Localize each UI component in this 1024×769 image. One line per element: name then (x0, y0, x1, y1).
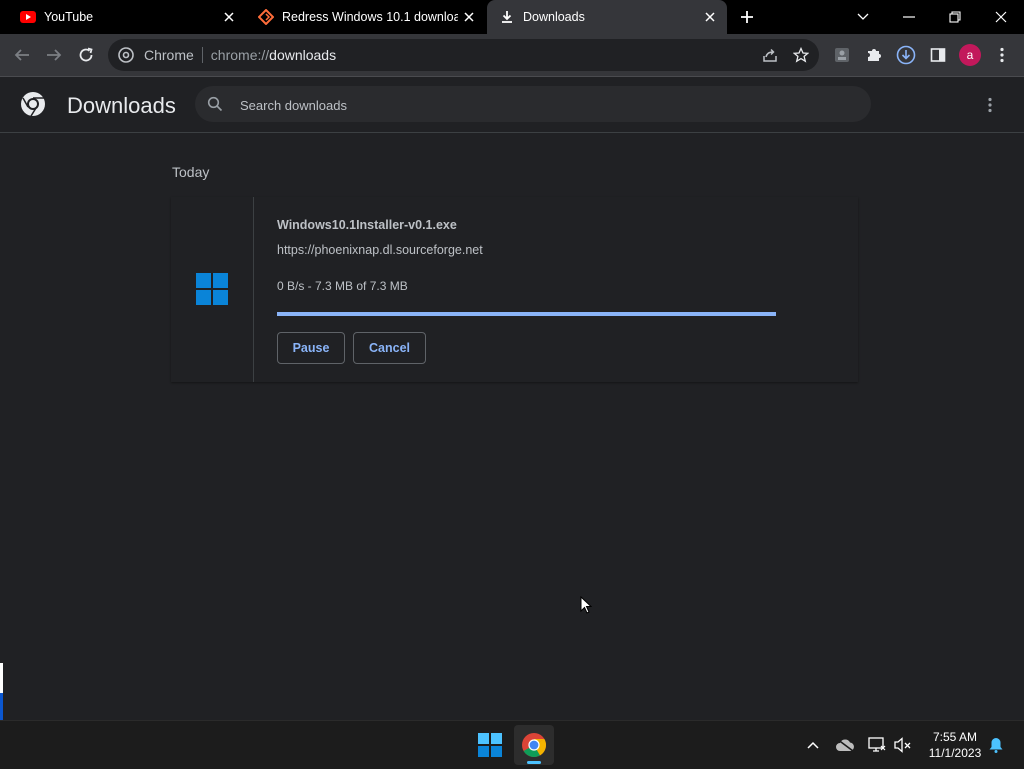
tab-sourceforge[interactable]: Redress Windows 10.1 download (246, 0, 486, 34)
download-status: 0 B/s - 7.3 MB of 7.3 MB (277, 279, 408, 293)
clock-date: 11/1/2023 (928, 746, 982, 760)
sourceforge-icon (258, 9, 274, 25)
page-title: Downloads (67, 93, 176, 118)
onedrive-offline-icon[interactable] (834, 735, 856, 755)
download-item: Windows10.1Installer-v0.1.exe https://ph… (171, 197, 858, 382)
search-input[interactable] (238, 86, 842, 124)
file-name[interactable]: Windows10.1Installer-v0.1.exe (277, 218, 457, 232)
tab-downloads[interactable]: Downloads (487, 0, 727, 34)
tab-title: YouTube (44, 10, 94, 24)
bookmark-star-icon[interactable] (792, 46, 810, 68)
restore-button[interactable] (932, 0, 978, 34)
search-icon (207, 96, 223, 117)
downloads-toolbar-icon[interactable] (893, 42, 919, 68)
mouse-cursor-icon (580, 595, 593, 619)
youtube-icon (20, 9, 36, 25)
close-icon[interactable] (699, 6, 721, 28)
extension-icon[interactable] (829, 42, 855, 68)
taskbar: 7:55 AM 11/1/2023 (0, 720, 1024, 769)
site-label: Chrome (144, 47, 194, 63)
downloads-header: Downloads (0, 77, 1024, 133)
running-indicator (527, 761, 541, 764)
search-box[interactable] (195, 86, 871, 124)
tab-title: Downloads (523, 10, 585, 24)
close-icon[interactable] (458, 6, 480, 28)
file-icon-column (171, 197, 254, 382)
download-icon (499, 9, 515, 25)
chevron-up-icon[interactable] (803, 735, 823, 755)
url-text: chrome://downloads (210, 47, 337, 63)
notification-bell-icon[interactable] (986, 735, 1006, 755)
close-window-button[interactable] (978, 0, 1024, 34)
cancel-button[interactable]: Cancel (353, 332, 426, 364)
progress-bar (277, 312, 776, 316)
tab-title: Redress Windows 10.1 download (282, 10, 458, 24)
chrome-menu-icon[interactable] (989, 42, 1015, 68)
windows-start-icon[interactable] (476, 731, 504, 759)
system-clock[interactable]: 7:55 AM 11/1/2023 (920, 729, 990, 761)
clock-time: 7:55 AM (932, 730, 978, 744)
avatar[interactable]: a (959, 44, 981, 66)
close-icon[interactable] (218, 6, 240, 28)
divider (201, 47, 203, 63)
volume-muted-icon[interactable] (892, 735, 914, 755)
share-icon[interactable] (762, 47, 778, 68)
minimize-button[interactable] (886, 0, 932, 34)
more-actions-icon[interactable] (978, 93, 1002, 117)
windows-file-icon (196, 273, 228, 310)
chrome-logo-icon (20, 91, 46, 122)
network-icon[interactable] (866, 735, 888, 755)
tab-youtube[interactable]: YouTube (0, 0, 246, 34)
back-button[interactable] (9, 42, 35, 68)
reload-button[interactable] (73, 42, 99, 68)
browser-toolbar: Chrome chrome://downloads a (0, 34, 1024, 77)
chrome-taskbar-icon[interactable] (514, 725, 554, 765)
side-panel-icon[interactable] (925, 42, 951, 68)
chrome-icon (118, 47, 134, 68)
file-source-url[interactable]: https://phoenixnap.dl.sourceforge.net (277, 243, 483, 257)
puzzle-icon[interactable] (861, 42, 887, 68)
pause-button[interactable]: Pause (277, 332, 345, 364)
forward-button[interactable] (41, 42, 67, 68)
address-bar[interactable]: Chrome chrome://downloads (108, 39, 819, 71)
progress-fill (277, 312, 776, 316)
tab-strip: YouTube Redress Windows 10.1 download Do… (0, 0, 1024, 34)
tab-search-button[interactable] (840, 0, 886, 34)
date-group-label: Today (172, 164, 210, 180)
new-tab-button[interactable] (736, 6, 758, 28)
